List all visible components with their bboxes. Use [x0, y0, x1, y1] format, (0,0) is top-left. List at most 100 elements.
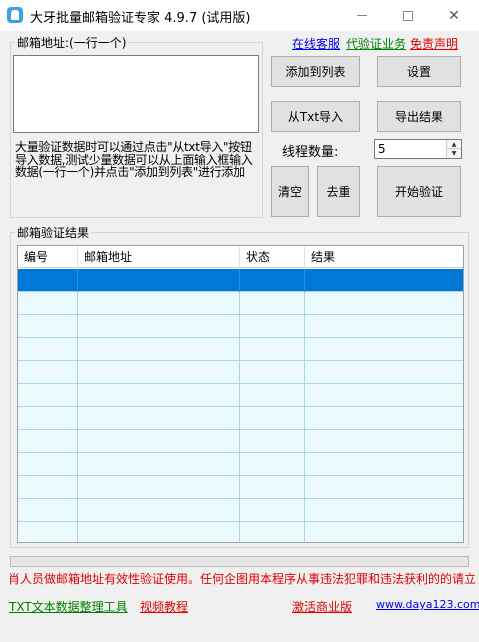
table-cell: [78, 269, 240, 292]
table-row[interactable]: [18, 476, 463, 499]
video-tutorial-link[interactable]: 视频教程: [140, 598, 188, 615]
table-cell: [18, 407, 78, 430]
table-cell: [305, 292, 463, 315]
start-verify-button[interactable]: 开始验证: [377, 166, 461, 217]
spin-up-icon[interactable]: ▲: [447, 140, 461, 149]
close-icon: ✕: [448, 7, 460, 24]
column-header-email[interactable]: 邮箱地址: [78, 246, 240, 268]
table-cell: [240, 338, 305, 361]
table-cell: [18, 499, 78, 522]
table-cell: [305, 499, 463, 522]
table-cell: [240, 476, 305, 499]
table-cell: [78, 338, 240, 361]
maximize-button[interactable]: [385, 0, 431, 31]
table-cell: [78, 499, 240, 522]
table-cell: [78, 453, 240, 476]
result-grid[interactable]: 编号 邮箱地址 状态 结果: [17, 245, 464, 543]
activate-commercial-link[interactable]: 激活商业版: [292, 598, 352, 615]
table-cell: [305, 315, 463, 338]
settings-button[interactable]: 设置: [377, 56, 461, 87]
table-cell: [240, 407, 305, 430]
table-cell: [305, 430, 463, 453]
table-cell: [240, 315, 305, 338]
table-cell: [240, 292, 305, 315]
verification-service-link[interactable]: 代验证业务: [346, 35, 406, 52]
spin-down-icon[interactable]: ▼: [447, 149, 461, 158]
progress-bar: [10, 556, 469, 567]
table-row[interactable]: [18, 453, 463, 476]
table-cell: [305, 476, 463, 499]
close-button[interactable]: ✕: [431, 0, 477, 31]
table-cell: [240, 269, 305, 292]
dedupe-button[interactable]: 去重: [317, 166, 360, 217]
table-cell: [305, 453, 463, 476]
table-cell: [305, 384, 463, 407]
thread-count-label: 线程数量:: [282, 145, 339, 160]
table-row[interactable]: [18, 338, 463, 361]
table-cell: [78, 384, 240, 407]
column-header-result[interactable]: 结果: [305, 246, 463, 268]
minimize-button[interactable]: [339, 0, 385, 31]
table-cell: [78, 407, 240, 430]
table-cell: [18, 384, 78, 407]
table-row[interactable]: [18, 407, 463, 430]
table-cell: [18, 315, 78, 338]
table-row[interactable]: [18, 499, 463, 522]
add-to-list-button[interactable]: 添加到列表: [271, 56, 360, 87]
table-cell: [78, 430, 240, 453]
table-cell: [78, 315, 240, 338]
result-group-label: 邮箱验证结果: [15, 224, 92, 241]
table-cell: [305, 522, 463, 542]
table-cell: [18, 522, 78, 542]
clear-button[interactable]: 清空: [271, 166, 309, 217]
table-cell: [78, 361, 240, 384]
table-cell: [18, 361, 78, 384]
thread-count-value[interactable]: 5: [378, 142, 386, 156]
table-cell: [18, 453, 78, 476]
website-link[interactable]: www.daya123.com: [376, 598, 479, 611]
maximize-icon: [403, 10, 413, 21]
table-row[interactable]: [18, 315, 463, 338]
scrolling-notice: 肖人员做邮箱地址有效性验证使用。任何企图用本程序从事违法犯罪和违法获利的的请立: [8, 572, 477, 586]
table-cell: [18, 269, 78, 292]
table-cell: [240, 522, 305, 542]
txt-tool-link[interactable]: TXT文本数据整理工具: [9, 598, 128, 615]
thread-count-stepper[interactable]: 5 ▲ ▼: [374, 139, 462, 159]
table-row[interactable]: [18, 384, 463, 407]
table-cell: [305, 338, 463, 361]
table-cell: [18, 338, 78, 361]
minimize-icon: [357, 15, 367, 16]
disclaimer-link[interactable]: 免责声明: [410, 35, 458, 52]
import-txt-button[interactable]: 从Txt导入: [271, 101, 360, 132]
email-group-label: 邮箱地址:(一行一个): [15, 34, 129, 51]
column-header-status[interactable]: 状态: [240, 246, 305, 268]
table-cell: [240, 453, 305, 476]
table-cell: [78, 292, 240, 315]
table-cell: [78, 522, 240, 542]
column-header-id[interactable]: 编号: [18, 246, 78, 268]
table-row[interactable]: [18, 430, 463, 453]
table-cell: [305, 269, 463, 292]
window-title: 大牙批量邮箱验证专家 4.9.7 (试用版): [30, 11, 251, 26]
table-cell: [240, 384, 305, 407]
table-cell: [305, 407, 463, 430]
import-tip-text: 大量验证数据时可以通过点击"从txt导入"按钮导入数据,测试少量数据可以从上面输…: [15, 140, 253, 179]
table-row[interactable]: [18, 292, 463, 315]
app-tooth-icon: [7, 7, 23, 23]
online-support-link[interactable]: 在线客服: [292, 35, 340, 52]
export-results-button[interactable]: 导出结果: [377, 101, 461, 132]
grid-header: 编号 邮箱地址 状态 结果: [18, 246, 463, 268]
table-cell: [240, 499, 305, 522]
email-input[interactable]: [13, 55, 259, 133]
table-cell: [18, 430, 78, 453]
thread-spinner: ▲ ▼: [446, 140, 461, 158]
table-cell: [18, 476, 78, 499]
table-row[interactable]: [18, 269, 463, 292]
table-cell: [240, 430, 305, 453]
table-cell: [78, 476, 240, 499]
table-cell: [305, 361, 463, 384]
table-cell: [18, 292, 78, 315]
table-row[interactable]: [18, 361, 463, 384]
table-cell: [240, 361, 305, 384]
table-row[interactable]: [18, 522, 463, 542]
